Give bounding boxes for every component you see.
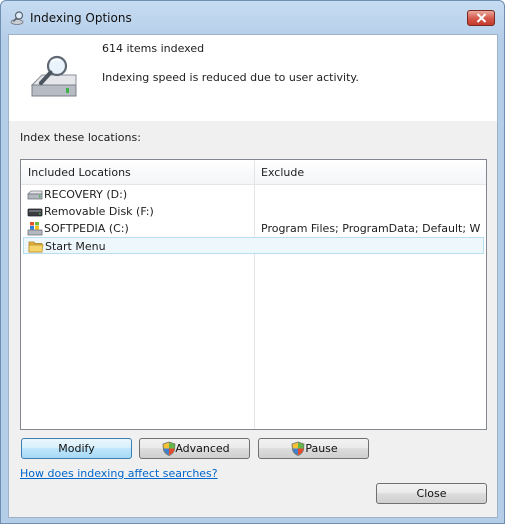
- locations-heading: Index these locations:: [20, 131, 141, 144]
- items-indexed-count: 614 items indexed: [102, 42, 205, 55]
- uac-shield-icon: [291, 441, 305, 456]
- close-button-label: Close: [416, 487, 447, 500]
- drive-icon: [27, 190, 43, 200]
- location-exclude: Program Files; ProgramData; Default; Win…: [261, 222, 481, 235]
- advanced-button[interactable]: Advanced: [139, 438, 250, 459]
- column-header-included[interactable]: Included Locations: [28, 166, 131, 179]
- location-name: RECOVERY (D:): [44, 188, 128, 201]
- indexing-speed-message: Indexing speed is reduced due to user ac…: [102, 71, 359, 84]
- list-item[interactable]: SOFTPEDIA (C:) Program Files; ProgramDat…: [23, 220, 484, 237]
- close-button[interactable]: Close: [376, 483, 487, 504]
- removable-drive-icon: [27, 208, 43, 217]
- modify-button[interactable]: Modify: [21, 438, 132, 459]
- location-name: Removable Disk (F:): [44, 205, 154, 218]
- list-item[interactable]: Removable Disk (F:): [23, 203, 484, 220]
- indexed-drive-icon: [30, 55, 77, 97]
- uac-shield-icon: [162, 441, 176, 456]
- status-panel: 614 items indexed Indexing speed is redu…: [9, 35, 497, 121]
- modify-button-label: Modify: [58, 442, 95, 455]
- pause-button[interactable]: Pause: [258, 438, 369, 459]
- location-name: SOFTPEDIA (C:): [44, 222, 129, 235]
- location-name: Start Menu: [45, 240, 106, 253]
- window-close-button[interactable]: [467, 10, 495, 26]
- folder-icon: [28, 241, 44, 253]
- windows-drive-icon: [27, 222, 43, 236]
- indexing-options-icon: [10, 11, 24, 25]
- list-item-selected[interactable]: Start Menu: [23, 237, 484, 254]
- indexing-help-link[interactable]: How does indexing affect searches?: [20, 467, 218, 480]
- list-item[interactable]: RECOVERY (D:): [23, 186, 484, 203]
- column-header-exclude[interactable]: Exclude: [261, 166, 304, 179]
- indexing-options-window: Indexing Options 614 items indexed Index…: [0, 0, 505, 524]
- dialog-body: 614 items indexed Indexing speed is redu…: [8, 34, 498, 518]
- close-icon: [476, 13, 487, 23]
- locations-list[interactable]: Included Locations Exclude RECOVERY (D:): [20, 159, 487, 430]
- window-title: Indexing Options: [30, 11, 132, 25]
- title-bar[interactable]: Indexing Options: [1, 1, 504, 35]
